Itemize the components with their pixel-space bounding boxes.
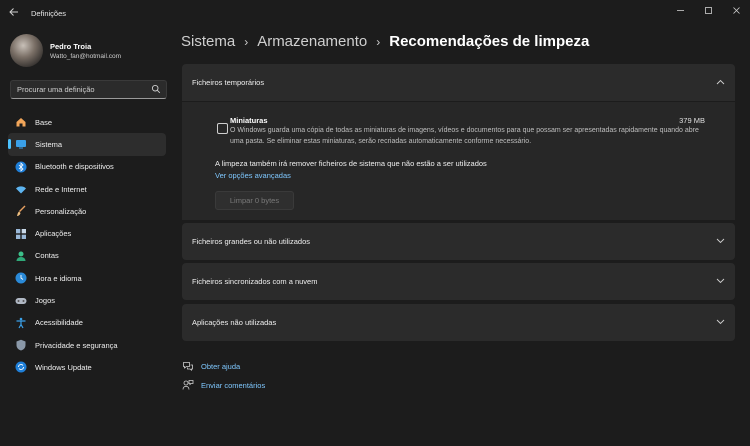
back-arrow-icon[interactable] [6, 6, 22, 22]
sidebar-item-label: Sistema [35, 139, 63, 149]
clean-button[interactable]: Limpar 0 bytes [215, 191, 294, 210]
feedback-icon [182, 380, 194, 390]
sidebar-item-privacidade[interactable]: Privacidade e segurança [8, 334, 166, 356]
sidebar-item-personalizacao[interactable]: Personalização [8, 200, 166, 222]
get-help-link[interactable]: Obter ajuda [182, 360, 240, 372]
sidebar-nav: Base Sistema Bluetooth e dispositivos Re… [8, 111, 166, 379]
section-title: Ficheiros sincronizados com a nuvem [192, 277, 318, 286]
thumbnails-size: 379 MB [679, 116, 705, 125]
wifi-icon [15, 183, 27, 195]
close-icon [732, 6, 740, 14]
help-icon [183, 362, 193, 372]
maximize-icon [704, 6, 712, 14]
section-title: Ficheiros temporários [192, 78, 265, 87]
thumbnails-checkbox[interactable] [217, 123, 228, 134]
sidebar-item-rede[interactable]: Rede e Internet [8, 178, 166, 200]
search-input[interactable]: Procurar uma definição [10, 80, 167, 99]
sidebar-item-label: Acessibilidade [35, 318, 83, 328]
sidebar-item-label: Hora e idioma [35, 273, 82, 283]
advanced-options-link[interactable]: Ver opções avançadas [215, 171, 291, 180]
sidebar-item-hora-idioma[interactable]: Hora e idioma [8, 267, 166, 289]
large-files-section[interactable]: Ficheiros grandes ou não utilizados [182, 223, 735, 260]
page-title: Recomendações de limpeza [389, 33, 590, 50]
breadcrumb-sistema[interactable]: Sistema [181, 33, 235, 50]
breadcrumb: Sistema › Armazenamento › Recomendações … [181, 33, 589, 50]
get-help-label: Obter ajuda [201, 361, 241, 371]
sidebar-item-label: Privacidade e segurança [35, 340, 118, 350]
thumbnails-title: Miniaturas [230, 116, 268, 125]
profile-email: Watto_fan@hotmail.com [50, 52, 122, 60]
search-placeholder: Procurar uma definição [17, 85, 95, 94]
window-title: Definições [31, 9, 67, 18]
maximize-button[interactable] [694, 0, 722, 20]
search-icon [151, 84, 161, 94]
brush-icon [15, 205, 27, 217]
thumbnails-description: O Windows guarda uma cópia de todas as m… [230, 127, 699, 145]
user-profile[interactable]: Pedro Troia Watto_fan@hotmail.com [10, 34, 121, 67]
sidebar-item-label: Windows Update [35, 362, 92, 372]
temp-files-body: Miniaturas 379 MB O Windows guarda uma c… [182, 101, 735, 220]
sidebar-item-bluetooth[interactable]: Bluetooth e dispositivos [8, 156, 166, 178]
temp-files-header[interactable]: Ficheiros temporários [182, 64, 735, 101]
chevron-up-icon [715, 78, 725, 87]
synced-files-section[interactable]: Ficheiros sincronizados com a nuvem [182, 263, 735, 300]
send-feedback-link[interactable]: Enviar comentários [182, 379, 265, 391]
minimize-icon [676, 9, 684, 11]
breadcrumb-armazenamento[interactable]: Armazenamento [257, 33, 367, 50]
sidebar-item-jogos[interactable]: Jogos [8, 289, 166, 311]
accessibility-icon [15, 317, 27, 329]
sidebar-item-label: Jogos [35, 296, 56, 306]
bluetooth-icon [15, 161, 27, 173]
unused-apps-section[interactable]: Aplicações não utilizadas [182, 304, 735, 341]
system-icon [15, 138, 27, 150]
sidebar-item-label: Base [35, 117, 53, 127]
profile-name: Pedro Troia [50, 41, 92, 51]
sidebar-item-label: Personalização [35, 206, 87, 216]
apps-icon [15, 228, 27, 240]
account-icon [15, 250, 27, 262]
sidebar-item-contas[interactable]: Contas [8, 245, 166, 267]
section-title: Aplicações não utilizadas [192, 318, 277, 327]
avatar [10, 34, 43, 67]
sidebar-item-acessibilidade[interactable]: Acessibilidade [8, 312, 166, 334]
chevron-down-icon [715, 237, 725, 246]
sidebar-item-windows-update[interactable]: Windows Update [8, 356, 166, 378]
chevron-right-icon: › [376, 34, 381, 49]
sidebar-item-label: Bluetooth e dispositivos [35, 162, 114, 172]
send-feedback-label: Enviar comentários [201, 380, 266, 390]
sidebar-item-sistema[interactable]: Sistema [8, 133, 166, 156]
temp-files-section: Ficheiros temporários Miniaturas 379 MB … [182, 64, 735, 220]
shield-icon [15, 339, 27, 351]
update-icon [15, 361, 27, 373]
chevron-down-icon [715, 277, 725, 286]
time-language-icon [15, 272, 27, 284]
minimize-button[interactable] [666, 0, 694, 20]
sidebar-item-label: Contas [35, 251, 59, 261]
title-bar: Definições [0, 0, 750, 28]
gamepad-icon [15, 295, 27, 307]
home-icon [15, 116, 27, 128]
sidebar-item-label: Aplicações [35, 229, 72, 239]
sidebar-item-base[interactable]: Base [8, 111, 166, 133]
section-title: Ficheiros grandes ou não utilizados [192, 237, 310, 246]
sidebar-item-aplicacoes[interactable]: Aplicações [8, 222, 166, 244]
close-button[interactable] [722, 0, 750, 20]
chevron-right-icon: › [244, 34, 249, 49]
chevron-down-icon [715, 318, 725, 327]
cleanup-note: A limpeza também irá remover ficheiros d… [215, 159, 487, 168]
sidebar-item-label: Rede e Internet [35, 184, 87, 194]
